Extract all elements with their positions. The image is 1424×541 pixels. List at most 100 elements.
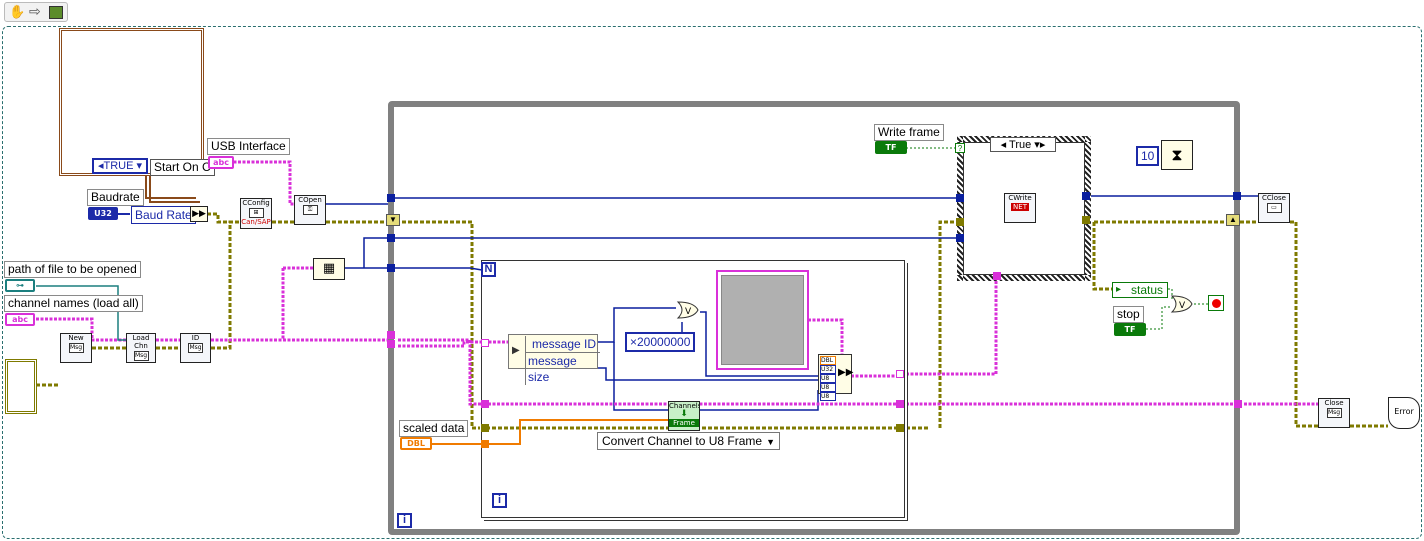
tunnel (387, 340, 395, 348)
chevron-down-icon: ▼ (766, 437, 775, 447)
case-wire (145, 175, 200, 203)
or-node[interactable]: V (676, 300, 700, 320)
channel-names-label: channel names (load all) (4, 295, 143, 312)
error-constant[interactable] (5, 359, 37, 414)
tunnel (896, 424, 904, 432)
build-arrow-icon: ▶▶ (838, 367, 854, 378)
stop-terminal[interactable]: TF (1114, 323, 1146, 336)
write-frame-terminal[interactable]: TF (875, 141, 907, 154)
toolbar: ✋ ⇨ (4, 2, 68, 22)
baudrate-label: Baudrate (87, 189, 144, 206)
config-top: CConfig (242, 199, 270, 207)
shift-register-left: ▼ (386, 214, 400, 226)
load-chn-top: Load Chn (132, 334, 150, 350)
tunnel (1082, 192, 1090, 200)
tunnel (896, 400, 904, 408)
shift-register-right: ▲ (1226, 214, 1240, 226)
tunnel (387, 194, 395, 202)
write-frame-label: Write frame (874, 124, 944, 141)
unbundle-arrow-icon: ▶ (512, 345, 520, 356)
status-label: status (1131, 283, 1164, 297)
open-vi[interactable]: COpen ⚿ (294, 195, 326, 225)
close-msg-icon: Msg (1326, 408, 1342, 418)
unbundle-node[interactable]: ▶ message ID message size (508, 334, 600, 385)
close-top: CClose (1262, 194, 1286, 202)
iteration-inner-label: i (497, 494, 502, 506)
wait-constant[interactable]: 10 (1136, 146, 1160, 166)
chevron-down-icon: ▾ (133, 160, 143, 172)
path-terminal[interactable]: ⊶ (5, 279, 35, 292)
hand-icon[interactable]: ✋ (9, 4, 25, 20)
scaled-data-terminal[interactable]: DBL (400, 437, 432, 450)
id-msg-vi[interactable]: ID Msg (180, 333, 211, 363)
svg-text:V: V (1179, 301, 1186, 311)
case-true-label: TRUE (103, 160, 134, 172)
tunnel (481, 339, 489, 347)
tunnel (993, 272, 1001, 280)
path-label: path of file to be opened (4, 261, 141, 278)
build-port: U32 (820, 365, 836, 374)
id-msg-icon: Msg (188, 343, 203, 353)
id-msg-top: ID (191, 334, 200, 342)
write-bottom: NET (1011, 203, 1029, 211)
build-port: U8 (820, 392, 836, 401)
message-size-field: message size (525, 352, 600, 385)
wait-vi[interactable]: ⧗ (1161, 140, 1193, 170)
array-icon: ▦ (322, 261, 336, 276)
tunnel (1082, 216, 1090, 224)
stop-condition[interactable] (1208, 295, 1224, 311)
new-msg-top: New (68, 334, 84, 342)
load-chn-vi[interactable]: Load Chn Msg (126, 333, 156, 363)
build-port: U8 (820, 374, 836, 383)
channels-frame-vi[interactable]: Channels ⬇ Frame (668, 401, 700, 431)
build-node[interactable]: DBL U32 U8 U8 U8 ▶▶ (818, 354, 854, 401)
or-gate-icon: V (1170, 295, 1193, 313)
convert-mode-ring[interactable]: Convert Channel to U8 Frame ▼ (597, 432, 780, 450)
tunnel (387, 331, 395, 339)
arrow-icon[interactable]: ⇨ (29, 3, 41, 20)
tunnel (956, 194, 964, 202)
write-vi[interactable]: CWrite NET (1004, 193, 1036, 223)
tunnel (387, 234, 395, 242)
close-vi[interactable]: CClose ▭ (1258, 193, 1290, 223)
down-arrow-icon: ⬇ (680, 409, 688, 419)
tunnel (956, 218, 964, 226)
config-icon: ⊞ (248, 208, 264, 218)
run-icon[interactable] (49, 6, 63, 19)
status-indicator: ▸ status (1112, 282, 1168, 298)
array-node[interactable]: ▦ (313, 258, 345, 280)
case-structure-start: ◂TRUE ▾ Start On C (59, 28, 215, 176)
build-port: DBL (820, 356, 836, 365)
metronome-icon: ⧗ (1171, 145, 1183, 164)
data-display (716, 270, 809, 370)
new-msg-vi[interactable]: New Msg (60, 333, 92, 363)
stop-icon (1212, 299, 1221, 308)
load-chn-icon: Msg (133, 351, 149, 361)
close-msg-top: Close (1324, 399, 1344, 407)
baudrate-terminal[interactable]: U32 (88, 207, 118, 220)
new-msg-icon: Msg (68, 343, 84, 353)
status-arrow-icon: ▸ (1116, 284, 1122, 295)
tunnel (1234, 400, 1242, 408)
tunnel (896, 370, 904, 378)
convert-mode-value: Convert Channel to U8 Frame (602, 434, 763, 448)
case-selector-true[interactable]: ◂ True ▾▸ (990, 137, 1056, 152)
key-icon: ⚿ (302, 205, 318, 215)
tunnel (956, 234, 964, 242)
baud-rate-node[interactable]: Baud Rate (131, 206, 196, 224)
config-vi[interactable]: CConfig ⊞ Can/SAP (240, 198, 272, 229)
error-handler-vi[interactable]: Error (1388, 397, 1420, 429)
config-bottom: Can/SAP (241, 218, 271, 226)
bundle-node[interactable]: ▶▶ (190, 206, 208, 222)
case-selector[interactable]: ◂TRUE ▾ (92, 158, 148, 174)
channel-names-terminal[interactable]: abc (5, 313, 35, 326)
case-true-selector: True (1009, 139, 1032, 151)
close-msg-vi[interactable]: Close Msg (1318, 398, 1350, 428)
or-gate-icon: V (676, 301, 699, 319)
or-node-stop[interactable]: V (1170, 294, 1194, 314)
data-display-inner (721, 275, 804, 365)
case-selector-terminal: ? (955, 143, 965, 153)
constant-20000000[interactable]: ×20000000 (625, 332, 696, 352)
usb-interface-terminal[interactable]: abc (208, 156, 234, 169)
loop-count-label: N (484, 263, 493, 275)
